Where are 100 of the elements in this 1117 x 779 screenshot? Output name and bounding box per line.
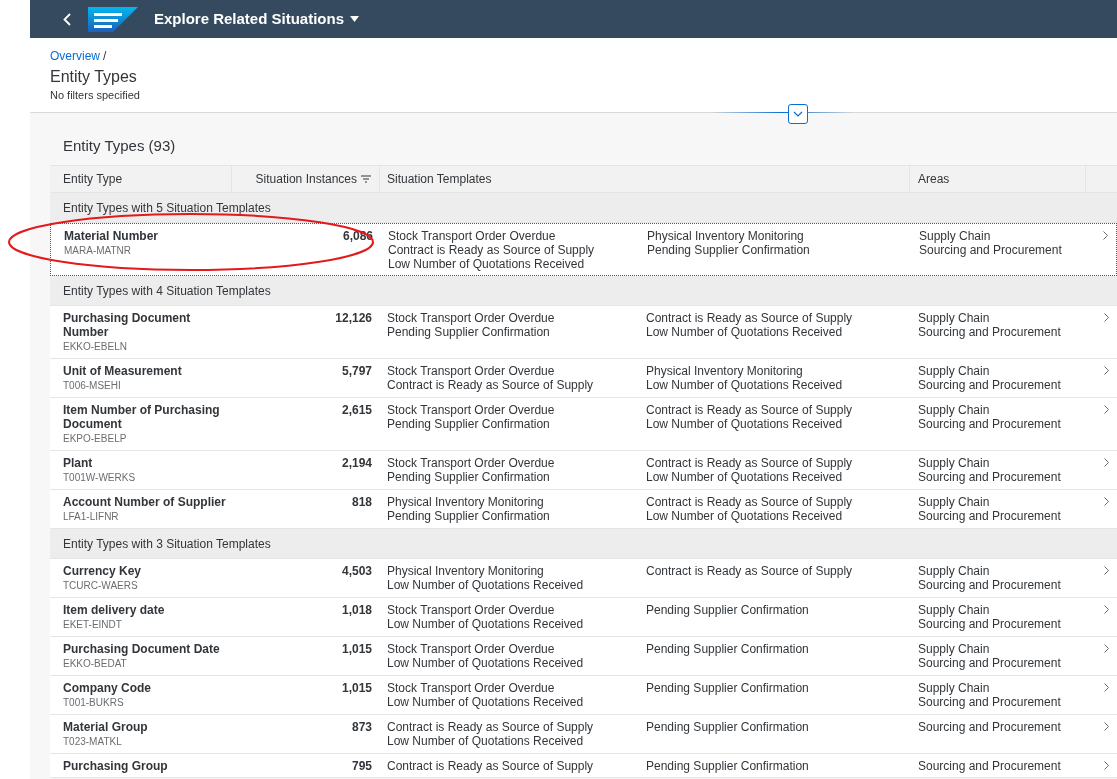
- template-name: Low Number of Quotations Received: [387, 734, 585, 748]
- area-name: Sourcing and Procurement: [918, 695, 1062, 709]
- group-label: Entity Types with 3 Situation Templates: [63, 535, 271, 553]
- chevron-right-icon[interactable]: [1103, 231, 1108, 240]
- chevron-right-icon[interactable]: [1104, 605, 1109, 614]
- entity-name: Material Group: [63, 720, 149, 734]
- template-name: Physical Inventory Monitoring: [647, 229, 805, 243]
- chevron-right-icon[interactable]: [1104, 644, 1109, 653]
- template-name: Low Number of Quotations Received: [646, 378, 844, 392]
- chevron-right-icon[interactable]: [1104, 405, 1109, 414]
- template-name: Low Number of Quotations Received: [387, 617, 585, 631]
- entity-code: T006-MSEHI: [63, 379, 122, 393]
- table-row[interactable]: Plant T001W-WERKS 2,194 Stock Transport Order Overdue Pending Supplier Confirmation Contract is Ready as Source of Supply Low Number of Quotations Received Supply Chain Sourcing and Procurement: [50, 451, 1117, 490]
- area-name: Supply Chain: [918, 403, 991, 417]
- template-name: Contract is Ready as Source of Supply: [646, 564, 854, 578]
- table-row[interactable]: Company Code T001-BUKRS 1,015 Stock Transport Order Overdue Low Number of Quotations Received Pending Supplier Confirmation Supply Chain Sourcing and Procurement: [50, 676, 1117, 715]
- template-name: Physical Inventory Monitoring: [387, 564, 545, 578]
- area-name: Sourcing and Procurement: [918, 617, 1062, 631]
- instance-count: 1,018: [341, 603, 372, 617]
- area-name: Sourcing and Procurement: [918, 470, 1062, 484]
- column-header[interactable]: Situation Templates: [387, 170, 492, 188]
- page-title: Entity Types: [50, 67, 138, 87]
- chevron-right-icon[interactable]: [1104, 566, 1109, 575]
- chevron-right-icon[interactable]: [1104, 722, 1109, 731]
- entity-name: Account Number of Supplier: [63, 495, 227, 509]
- entity-code: TCURC-WAERS: [63, 579, 139, 593]
- template-name: Stock Transport Order Overdue: [387, 456, 556, 470]
- template-name: Physical Inventory Monitoring: [387, 495, 545, 509]
- template-name: Low Number of Quotations Received: [646, 417, 844, 431]
- instance-count: 818: [351, 495, 372, 509]
- table-row[interactable]: Item delivery date EKET-EINDT 1,018 Stock Transport Order Overdue Low Number of Quotations Received Pending Supplier Confirmation Supply Chain Sourcing and Procurement: [50, 598, 1117, 637]
- entity-code: LFA1-LIFNR: [63, 510, 120, 524]
- entity-name: Item Number of Purchasing Document: [63, 403, 221, 431]
- instance-count: 795: [351, 759, 372, 773]
- column-header[interactable]: Entity Type: [63, 170, 123, 188]
- instance-count: 4,503: [341, 564, 372, 578]
- column-header[interactable]: Situation Instances: [255, 170, 357, 188]
- template-name: Low Number of Quotations Received: [387, 578, 585, 592]
- entity-code: T001W-WERKS: [63, 471, 137, 485]
- entity-code: EKET-EINDT: [63, 618, 123, 632]
- entity-name: Unit of Measurement: [63, 364, 183, 378]
- entity-code: EKKO-BEDAT: [63, 657, 128, 671]
- template-name: Pending Supplier Confirmation: [387, 509, 551, 523]
- table-row[interactable]: Material Group T023-MATKL 873 Contract is Ready as Source of Supply Low Number of Quotations Received Pending Supplier Confirmation Sourcing and Procurement: [50, 715, 1117, 754]
- sort-icon[interactable]: [361, 175, 371, 183]
- template-name: Low Number of Quotations Received: [388, 257, 586, 271]
- area-name: Sourcing and Procurement: [918, 720, 1062, 734]
- breadcrumb-link[interactable]: Overview: [50, 47, 100, 65]
- area-name: Sourcing and Procurement: [919, 243, 1063, 257]
- template-name: Low Number of Quotations Received: [646, 325, 844, 339]
- template-name: Pending Supplier Confirmation: [646, 603, 810, 617]
- template-name: Contract is Ready as Source of Supply: [646, 495, 854, 509]
- instance-count: 2,615: [341, 403, 372, 417]
- table-row[interactable]: [50, 223, 1117, 276]
- area-name: Sourcing and Procurement: [918, 578, 1062, 592]
- area-name: Sourcing and Procurement: [918, 325, 1062, 339]
- table-title: Entity Types (93): [63, 135, 176, 156]
- table-row[interactable]: Purchasing Document Date EKKO-BEDAT 1,015 Stock Transport Order Overdue Low Number of Quotations Received Pending Supplier Confirmation Supply Chain Sourcing and Procurement: [50, 637, 1117, 676]
- collapse-button[interactable]: [788, 103, 808, 124]
- entity-code: MARA-MATNR: [64, 244, 133, 258]
- area-name: Sourcing and Procurement: [918, 509, 1062, 523]
- entity-code: EKKO-EBELN: [63, 340, 128, 354]
- template-name: Contract is Ready as Source of Supply: [646, 311, 854, 325]
- chevron-right-icon[interactable]: [1104, 497, 1109, 506]
- chevron-right-icon[interactable]: [1104, 761, 1109, 770]
- template-name: Contract is Ready as Source of Supply: [646, 456, 854, 470]
- area-name: Supply Chain: [918, 564, 991, 578]
- template-name: Contract is Ready as Source of Supply: [387, 759, 595, 773]
- template-name: Pending Supplier Confirmation: [646, 681, 810, 695]
- area-name: Supply Chain: [918, 642, 991, 656]
- template-name: Stock Transport Order Overdue: [387, 364, 556, 378]
- template-name: Contract is Ready as Source of Supply: [646, 403, 854, 417]
- template-name: Stock Transport Order Overdue: [387, 603, 556, 617]
- chevron-right-icon[interactable]: [1104, 458, 1109, 467]
- column-header[interactable]: Areas: [918, 170, 950, 188]
- area-name: Sourcing and Procurement: [918, 656, 1062, 670]
- group-label: Entity Types with 4 Situation Templates: [63, 282, 271, 300]
- table-row[interactable]: Purchasing Group 795 Contract is Ready as Source of Supply Pending Supplier Confirmation Sourcing and Procurement: [50, 754, 1117, 778]
- chevron-right-icon[interactable]: [1104, 366, 1109, 375]
- template-name: Contract is Ready as Source of Supply: [388, 243, 596, 257]
- template-name: Contract is Ready as Source of Supply: [387, 720, 595, 734]
- breadcrumb-separator: /: [103, 48, 107, 65]
- template-name: Physical Inventory Monitoring: [646, 364, 804, 378]
- app-title-menu[interactable]: Explore Related Situations: [154, 7, 360, 31]
- template-name: Pending Supplier Confirmation: [646, 759, 810, 773]
- template-name: Pending Supplier Confirmation: [387, 325, 551, 339]
- back-icon[interactable]: [63, 12, 71, 26]
- table-row[interactable]: Currency Key TCURC-WAERS 4,503 Physical Inventory Monitoring Low Number of Quotations Received Contract is Ready as Source of Supply Supply Chain Sourcing and Procurement: [50, 559, 1117, 598]
- template-name: Stock Transport Order Overdue: [387, 642, 556, 656]
- template-name: Stock Transport Order Overdue: [388, 229, 557, 243]
- filter-status: No filters specified: [50, 88, 141, 103]
- chevron-right-icon[interactable]: [1104, 313, 1109, 322]
- area-name: Supply Chain: [918, 364, 991, 378]
- chevron-right-icon[interactable]: [1104, 683, 1109, 692]
- area-name: Supply Chain: [919, 229, 992, 243]
- template-name: Stock Transport Order Overdue: [387, 681, 556, 695]
- area-name: Supply Chain: [918, 495, 991, 509]
- instance-count: 1,015: [341, 681, 372, 695]
- entity-code: EKPO-EBELP: [63, 432, 128, 446]
- instance-count: 12,126: [335, 311, 372, 325]
